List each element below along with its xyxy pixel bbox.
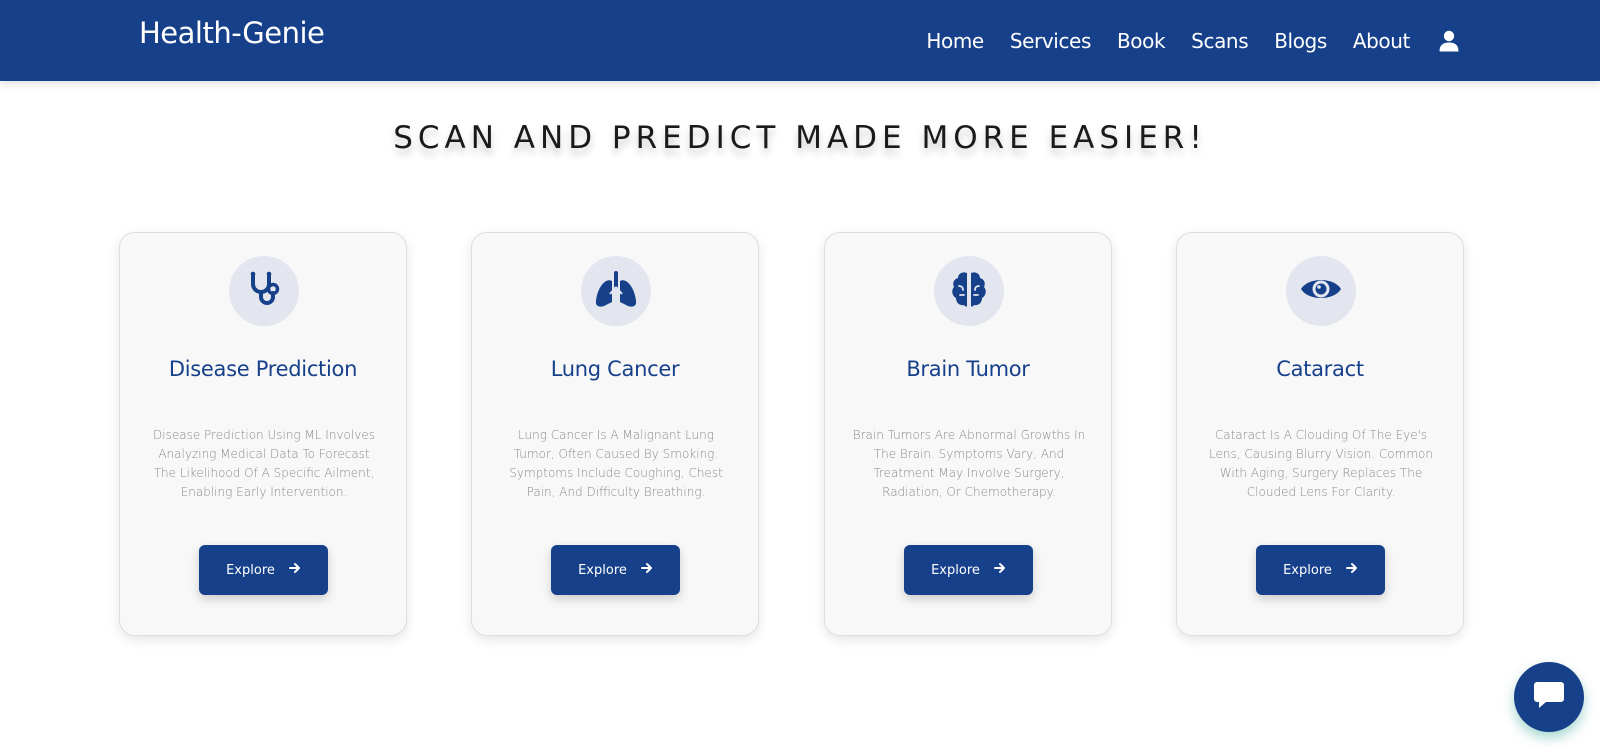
chat-button[interactable] (1514, 662, 1584, 732)
arrow-right-icon (640, 562, 653, 578)
scan-cards: Disease Prediction Disease Prediction Us… (119, 232, 1465, 637)
nav-scans[interactable]: Scans (1191, 29, 1248, 53)
lungs-icon (593, 269, 639, 313)
icon-circle (934, 256, 1004, 326)
card-description: Brain Tumors Are Abnormal Growths In The… (852, 428, 1086, 499)
page-heading: SCAN AND PREDICT MADE MORE EASIER! (393, 120, 1207, 156)
icon-circle (1286, 256, 1356, 326)
arrow-right-icon (288, 562, 301, 578)
card-cataract: Cataract Cataract Is A Clouding Of The E… (1176, 232, 1464, 636)
brand-logo[interactable]: Health-Genie (139, 16, 325, 50)
card-description: Lung Cancer Is A Malignant Lung Tumor, O… (509, 428, 723, 499)
eye-icon (1300, 273, 1342, 309)
card-title: Cataract (1276, 357, 1364, 381)
nav-blogs[interactable]: Blogs (1274, 29, 1327, 53)
stethoscope-icon (244, 269, 284, 313)
arrow-right-icon (993, 562, 1006, 578)
nav-book[interactable]: Book (1117, 29, 1166, 53)
arrow-right-icon (1345, 562, 1358, 578)
nav-services[interactable]: Services (1010, 29, 1092, 53)
card-description: Disease Prediction Using ML Involves Ana… (153, 428, 375, 499)
explore-button[interactable]: Explore (199, 545, 328, 595)
explore-button[interactable]: Explore (551, 545, 680, 595)
navbar: Health-Genie Home Services Book Scans Bl… (0, 0, 1600, 81)
card-brain-tumor: Brain Tumor Brain Tumors Are Abnormal Gr… (824, 232, 1112, 636)
brain-icon (950, 269, 988, 313)
card-disease-prediction: Disease Prediction Disease Prediction Us… (119, 232, 407, 636)
nav-home[interactable]: Home (926, 29, 984, 53)
user-icon[interactable] (1438, 29, 1460, 53)
chat-icon (1533, 680, 1565, 714)
icon-circle (581, 256, 651, 326)
explore-label: Explore (931, 562, 980, 578)
explore-label: Explore (578, 562, 627, 578)
card-title: Lung Cancer (550, 357, 680, 381)
explore-label: Explore (226, 562, 275, 578)
card-lung-cancer: Lung Cancer Lung Cancer Is A Malignant L… (471, 232, 759, 636)
card-title: Brain Tumor (906, 357, 1030, 381)
nav-about[interactable]: About (1353, 29, 1411, 53)
nav-links: Home Services Book Scans Blogs About (926, 0, 1600, 81)
card-description: Cataract Is A Clouding Of The Eye's Lens… (1209, 428, 1433, 499)
card-title: Disease Prediction (168, 357, 358, 381)
explore-button[interactable]: Explore (904, 545, 1033, 595)
icon-circle (229, 256, 299, 326)
explore-button[interactable]: Explore (1256, 545, 1385, 595)
explore-label: Explore (1283, 562, 1332, 578)
